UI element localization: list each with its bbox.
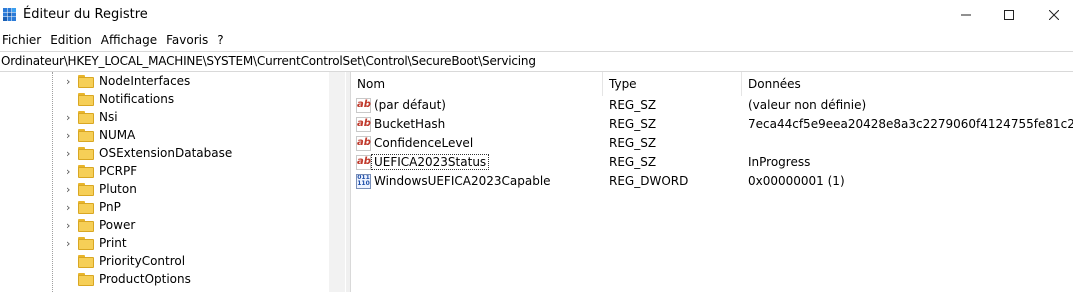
folder-icon: [78, 273, 94, 286]
minimize-button[interactable]: [943, 0, 989, 30]
value-row[interactable]: ab ConfidenceLevel REG_SZ: [351, 134, 1073, 153]
menu-favoris[interactable]: Favoris: [163, 31, 214, 51]
value-row[interactable]: ab (par défaut) REG_SZ (valeur non définie): [351, 96, 1073, 115]
window-title: Éditeur du Registre: [23, 7, 148, 22]
chevron-right-icon[interactable]: ›: [66, 238, 70, 250]
value-type: REG_SZ: [609, 117, 657, 131]
close-button[interactable]: [1031, 0, 1073, 30]
tree-scrollbar-thumb[interactable]: [334, 76, 340, 288]
tree-item-label: Nsi: [99, 110, 118, 124]
folder-icon: [78, 219, 94, 232]
title-bar: Éditeur du Registre: [0, 0, 1073, 30]
tree-item-label: ProductOptions: [99, 272, 191, 286]
value-data: 0x00000001 (1): [748, 174, 845, 188]
maximize-icon: [1004, 10, 1014, 20]
menu-affichage[interactable]: Affichage: [98, 31, 163, 51]
folder-icon: [78, 93, 94, 106]
string-value-icon: ab: [356, 98, 371, 113]
value-data: 7eca44cf5e9eea20428e8a3c2279060f4124755f…: [748, 117, 1073, 131]
tree-item[interactable]: › PCRPF: [0, 163, 330, 181]
folder-icon: [78, 147, 94, 160]
value-type: REG_SZ: [609, 155, 657, 169]
column-separator[interactable]: [602, 72, 603, 96]
string-value-icon: ab: [356, 155, 371, 170]
folder-icon: [78, 129, 94, 142]
value-name[interactable]: BucketHash: [374, 117, 445, 131]
chevron-right-icon[interactable]: ›: [66, 148, 70, 160]
tree-item[interactable]: › Pluton: [0, 181, 330, 199]
tree-item[interactable]: PriorityControl: [0, 253, 330, 271]
tree-item-label: PriorityControl: [99, 254, 186, 268]
value-type: REG_SZ: [609, 98, 657, 112]
address-bar[interactable]: Ordinateur\HKEY_LOCAL_MACHINE\SYSTEM\Cur…: [0, 51, 1073, 72]
tree-item-label: OSExtensionDatabase: [99, 146, 233, 160]
tree-item-label: Pluton: [99, 182, 137, 196]
tree-item[interactable]: › NUMA: [0, 127, 330, 145]
tree-item-label: Power: [99, 218, 136, 232]
tree-scrollbar[interactable]: [329, 72, 345, 292]
close-icon: [1049, 10, 1059, 20]
value-type: REG_DWORD: [609, 174, 689, 188]
chevron-right-icon[interactable]: ›: [66, 166, 70, 178]
column-header-type[interactable]: Type: [609, 72, 637, 96]
maximize-button[interactable]: [986, 0, 1032, 30]
value-data: (valeur non définie): [748, 98, 867, 112]
menu-help[interactable]: ?: [214, 31, 229, 51]
value-row[interactable]: ab UEFICA2023Status REG_SZ InProgress: [351, 153, 1073, 172]
binary-value-icon: 011 110: [356, 174, 371, 189]
string-value-icon: ab: [356, 117, 371, 132]
folder-icon: [78, 111, 94, 124]
chevron-right-icon[interactable]: ›: [66, 202, 70, 214]
tree-item[interactable]: ProductOptions: [0, 271, 330, 289]
tree-item[interactable]: › OSExtensionDatabase: [0, 145, 330, 163]
value-row[interactable]: ab BucketHash REG_SZ 7eca44cf5e9eea20428e8a…: [351, 115, 1073, 134]
column-header-data[interactable]: Données: [748, 72, 801, 96]
tree-item-label: PnP: [99, 200, 121, 214]
tree-item[interactable]: › Power: [0, 217, 330, 235]
value-name[interactable]: (par défaut): [374, 98, 446, 112]
chevron-right-icon[interactable]: ›: [66, 220, 70, 232]
column-separator[interactable]: [741, 72, 742, 96]
string-value-icon: ab: [356, 136, 371, 151]
registry-editor-icon: [3, 8, 16, 21]
folder-icon: [78, 201, 94, 214]
chevron-right-icon[interactable]: ›: [66, 76, 70, 88]
menu-fichier[interactable]: Fichier: [0, 31, 47, 51]
value-name[interactable]: WindowsUEFICA2023Capable: [374, 174, 551, 188]
tree-item[interactable]: Notifications: [0, 91, 330, 109]
tree-item-label: PCRPF: [99, 164, 138, 178]
value-name[interactable]: ConfidenceLevel: [374, 136, 473, 150]
tree-item-label: NUMA: [99, 128, 136, 142]
minimize-icon: [961, 14, 971, 16]
value-name[interactable]: UEFICA2023Status: [370, 154, 490, 170]
chevron-right-icon[interactable]: ›: [66, 130, 70, 142]
folder-icon: [78, 165, 94, 178]
folder-icon: [78, 183, 94, 196]
folder-icon: [78, 237, 94, 250]
key-tree[interactable]: › NodeInterfaces Notifications › Nsi › NUMA › OS…: [0, 72, 345, 292]
value-type: REG_SZ: [609, 136, 657, 150]
value-row[interactable]: 011 110 WindowsUEFICA2023Capable REG_DWORD…: [351, 172, 1073, 191]
menu-edition[interactable]: Edition: [47, 31, 98, 51]
tree-item[interactable]: › Print: [0, 235, 330, 253]
tree-item[interactable]: › NodeInterfaces: [0, 73, 330, 91]
folder-icon: [78, 75, 94, 88]
chevron-right-icon[interactable]: ›: [66, 112, 70, 124]
tree-item-label: Print: [99, 236, 127, 250]
menu-bar: Fichier Edition Affichage Favoris ?: [0, 31, 1073, 51]
folder-icon: [78, 255, 94, 268]
column-header-name[interactable]: Nom: [357, 72, 385, 96]
tree-item[interactable]: › Nsi: [0, 109, 330, 127]
tree-item-label: NodeInterfaces: [99, 74, 191, 88]
tree-item-label: Notifications: [99, 92, 175, 106]
value-data: InProgress: [748, 155, 811, 169]
tree-item[interactable]: › PnP: [0, 199, 330, 217]
chevron-right-icon[interactable]: ›: [66, 184, 70, 196]
address-path[interactable]: Ordinateur\HKEY_LOCAL_MACHINE\SYSTEM\Cur…: [1, 54, 536, 68]
values-list[interactable]: Nom Type Données ab (par défaut) REG_SZ (va…: [350, 72, 1073, 292]
